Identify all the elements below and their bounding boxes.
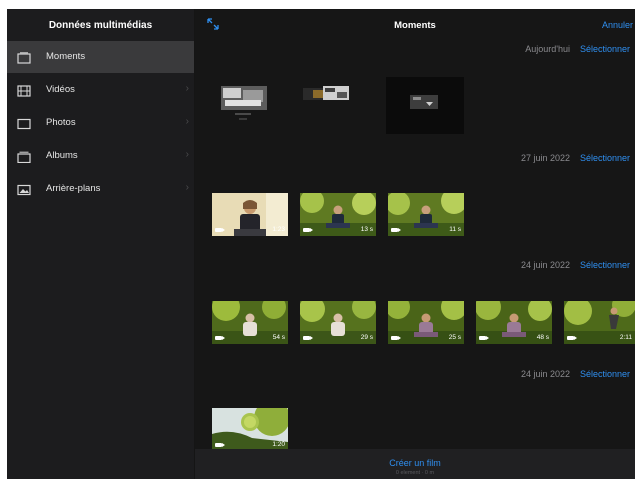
- sidebar-item-videos[interactable]: Vidéos ›: [7, 74, 194, 106]
- top-bar: Moments Annuler: [195, 9, 635, 39]
- section-date: 24 juin 2022: [520, 369, 570, 379]
- media-thumbnail[interactable]: 2:11: [564, 301, 635, 344]
- video-duration: 11 s: [449, 226, 461, 233]
- sidebar-item-label: Photos: [46, 117, 76, 128]
- sidebar-item-moments[interactable]: Moments: [7, 41, 194, 73]
- video-duration: 25 s: [448, 334, 461, 341]
- section-date: 27 juin 2022: [520, 153, 570, 163]
- sidebar-item-photos[interactable]: Photos ›: [7, 107, 194, 139]
- video-duration: 54 s: [272, 334, 285, 341]
- media-thumbnail[interactable]: 29 s: [300, 301, 376, 344]
- video-camera-icon: [391, 228, 401, 232]
- select-button[interactable]: Sélectionner: [580, 153, 630, 163]
- albums-icon: [17, 150, 31, 164]
- media-thumbnail[interactable]: 25 s: [388, 301, 464, 344]
- video-camera-icon: [567, 336, 577, 340]
- video-duration: 1:23: [272, 226, 285, 233]
- bottom-bar: Créer un film 0 element · 0 m: [195, 449, 635, 479]
- selection-summary: 0 element · 0 m: [395, 470, 435, 476]
- sidebar-item-label: Arrière-plans: [46, 183, 101, 194]
- media-thumbnail[interactable]: [213, 82, 275, 132]
- film-icon: [17, 84, 31, 97]
- video-duration: 2:11: [619, 334, 632, 341]
- select-button[interactable]: Sélectionner: [580, 260, 630, 270]
- select-button[interactable]: Sélectionner: [580, 44, 630, 54]
- video-camera-icon: [303, 336, 313, 340]
- app-window: Données multimédias Moments Vidéos › Pho…: [7, 9, 635, 479]
- sidebar-item-label: Vidéos: [46, 84, 75, 95]
- media-thumbnail[interactable]: 54 s: [212, 301, 288, 344]
- video-camera-icon: [479, 336, 489, 340]
- media-thumbnail[interactable]: 11 s: [388, 193, 464, 236]
- sidebar-item-label: Moments: [46, 51, 86, 62]
- cancel-button[interactable]: Annuler: [602, 20, 633, 30]
- video-duration: 13 s: [360, 226, 373, 233]
- sidebar-item-backgrounds[interactable]: Arrière-plans ›: [7, 173, 194, 205]
- photo-icon: [17, 117, 31, 130]
- sidebar-item-albums[interactable]: Albums ›: [7, 140, 194, 172]
- page-title: Moments: [394, 20, 436, 31]
- create-movie-button[interactable]: Créer un film: [195, 458, 635, 468]
- sidebar-item-label: Albums: [46, 150, 78, 161]
- select-button[interactable]: Sélectionner: [580, 369, 630, 379]
- media-thumbnail[interactable]: [386, 77, 464, 134]
- media-thumbnail[interactable]: 13 s: [300, 193, 376, 236]
- media-thumbnail[interactable]: 48 s: [476, 301, 552, 344]
- media-sidebar: Données multimédias Moments Vidéos › Pho…: [7, 9, 194, 479]
- media-thumbnail[interactable]: 1:20: [212, 408, 288, 451]
- video-duration: 48 s: [536, 334, 549, 341]
- video-camera-icon: [215, 443, 225, 447]
- sidebar-title: Données multimédias: [48, 20, 153, 31]
- video-camera-icon: [303, 228, 313, 232]
- video-camera-icon: [215, 336, 225, 340]
- moments-icon: [17, 51, 31, 64]
- backgrounds-icon: [17, 183, 31, 196]
- video-duration: 29 s: [360, 334, 373, 341]
- moments-panel: Moments Annuler Aujourd'hui Sélectionner: [195, 9, 635, 479]
- chevron-right-icon: ›: [185, 83, 189, 94]
- section-date: Aujourd'hui: [525, 44, 570, 54]
- chevron-right-icon: ›: [185, 149, 189, 160]
- media-thumbnail[interactable]: 1:23: [212, 193, 288, 236]
- video-camera-icon: [215, 228, 225, 232]
- section-date: 24 juin 2022: [520, 260, 570, 270]
- chevron-right-icon: ›: [185, 182, 189, 193]
- chevron-right-icon: ›: [185, 116, 189, 127]
- video-camera-icon: [391, 336, 401, 340]
- video-duration: 1:20: [272, 441, 285, 448]
- media-thumbnail[interactable]: [297, 82, 359, 108]
